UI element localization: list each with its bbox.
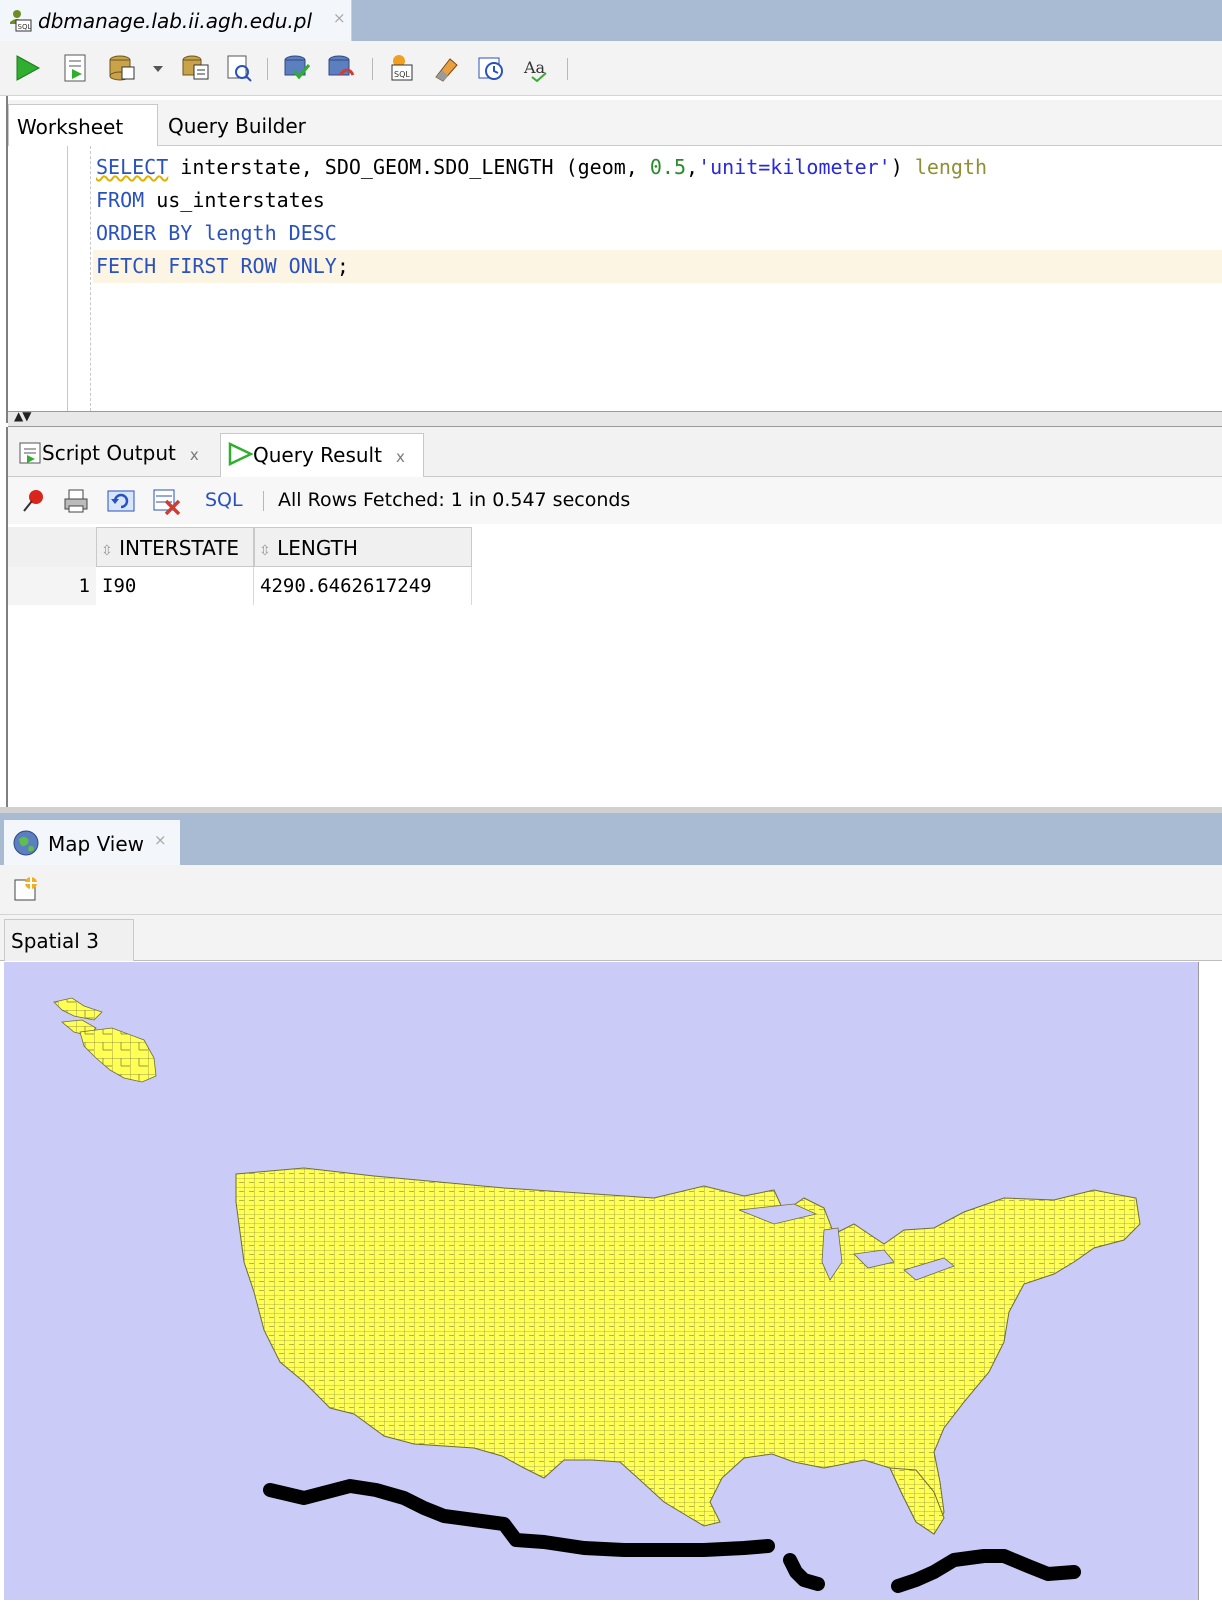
- tab-query-result-label: Query Result: [253, 443, 382, 467]
- new-layer-icon[interactable]: [12, 875, 40, 908]
- row-number: 1: [8, 567, 96, 605]
- spatial-layer-tabs: [0, 915, 1222, 961]
- format-icon[interactable]: Aa: [522, 53, 552, 83]
- table-row[interactable]: 1 I90 4290.6462617249: [8, 567, 472, 605]
- route-i90-east: [891, 1549, 1081, 1593]
- autotrace-icon[interactable]: [106, 53, 136, 83]
- spatial-tab-label: Spatial 3: [11, 929, 99, 953]
- row-number-header: [8, 527, 96, 567]
- run-statement-icon[interactable]: [12, 53, 42, 83]
- explain-plan-icon[interactable]: [180, 53, 210, 83]
- script-output-icon: [18, 441, 42, 470]
- worksheet-tabs: Worksheet Query Builder: [8, 100, 1222, 146]
- sql-link[interactable]: SQL: [205, 489, 243, 511]
- keyword-select: SELECT: [96, 155, 169, 179]
- document-title: dbmanage.lab.ii.agh.edu.pl: [38, 9, 313, 33]
- editor-results-splitter[interactable]: ▲▼: [8, 409, 1222, 427]
- tab-query-builder[interactable]: Query Builder: [160, 104, 340, 146]
- sort-icon[interactable]: ⇳: [259, 543, 271, 559]
- print-icon[interactable]: [62, 487, 90, 520]
- fetch-clause: FETCH FIRST ROW ONLY: [96, 254, 337, 278]
- semicolon: ;: [336, 254, 349, 278]
- route-i90-chicago: [783, 1553, 825, 1591]
- tab-worksheet[interactable]: Worksheet: [8, 104, 158, 146]
- unit-string: 'unit=kilometer': [698, 155, 891, 179]
- tab-map-view[interactable]: Map View ×: [4, 820, 180, 865]
- contiguous-us: [235, 1167, 1141, 1535]
- tab-worksheet-label: Worksheet: [17, 115, 124, 139]
- code-line-1[interactable]: SELECT interstate, SDO_GEOM.SDO_LENGTH (…: [96, 151, 987, 184]
- keyword-from: FROM: [96, 188, 145, 212]
- tab-script-output[interactable]: Script Output x: [12, 433, 218, 477]
- refresh-icon[interactable]: [106, 487, 136, 520]
- tolerance-number: 0.5: [649, 155, 687, 179]
- history-icon[interactable]: [476, 53, 506, 83]
- map-toolbar: [0, 865, 1222, 915]
- tab-query-result[interactable]: Query Result x: [220, 433, 424, 477]
- collapse-arrows-icon[interactable]: ▲▼: [14, 409, 31, 423]
- code-line-2[interactable]: FROM us_interstates: [96, 184, 325, 217]
- svg-text:SQL: SQL: [394, 70, 410, 79]
- tab-script-output-label: Script Output: [42, 441, 176, 465]
- tab-spatial-3[interactable]: Spatial 3: [4, 919, 134, 961]
- select-list: interstate, SDO_GEOM.SDO_LENGTH (geom,: [168, 155, 650, 179]
- globe-icon: [12, 829, 40, 862]
- toolbar-separator: [267, 58, 268, 80]
- toolbar-separator: [263, 491, 264, 511]
- close-paren: ): [890, 155, 915, 179]
- commit-icon[interactable]: [282, 53, 312, 83]
- close-script-output-icon[interactable]: x: [190, 446, 199, 464]
- pin-icon[interactable]: [20, 487, 48, 520]
- column-header-length[interactable]: ⇳ LENGTH: [254, 527, 472, 567]
- clear-results-icon[interactable]: [152, 487, 182, 520]
- chevron-down-icon[interactable]: [150, 53, 166, 83]
- alaska-islands: [53, 997, 157, 1083]
- toolbar-separator: [567, 58, 568, 80]
- column-header-label: INTERSTATE: [119, 536, 240, 560]
- column-header-interstate[interactable]: ⇳ INTERSTATE: [96, 527, 254, 567]
- toolbar-separator: [372, 58, 373, 80]
- column-header-label: LENGTH: [277, 536, 358, 560]
- column-alias: length: [914, 155, 988, 179]
- run-script-icon[interactable]: [60, 53, 90, 83]
- results-toolbar: SQL All Rows Fetched: 1 in 0.547 seconds: [8, 477, 1222, 524]
- cell-interstate[interactable]: I90: [96, 567, 254, 605]
- us-counties-map: [53, 997, 1141, 1593]
- tab-query-builder-label: Query Builder: [168, 114, 306, 138]
- close-query-result-icon[interactable]: x: [396, 448, 405, 466]
- map-view-tab-bar: [0, 813, 1222, 865]
- cell-length[interactable]: 4290.6462617249: [254, 567, 472, 605]
- fold-margin: [90, 146, 92, 411]
- map-view-label: Map View: [48, 832, 145, 856]
- map-canvas[interactable]: [4, 962, 1198, 1600]
- document-tab[interactable]: SQL dbmanage.lab.ii.agh.edu.pl ×: [0, 0, 352, 41]
- svg-text:Aa: Aa: [523, 58, 546, 77]
- run-statement-icon: [227, 442, 254, 471]
- unshared-sql-icon[interactable]: SQL: [386, 53, 416, 83]
- clear-icon[interactable]: [430, 53, 460, 83]
- map-vertical-scrollbar[interactable]: [1198, 962, 1222, 1600]
- results-tabs: Script Output x Query Result x: [8, 427, 1222, 477]
- close-document-icon[interactable]: ×: [333, 9, 346, 27]
- sort-icon[interactable]: ⇳: [101, 543, 113, 559]
- svg-text:SQL: SQL: [18, 23, 32, 31]
- line-gutter: [8, 146, 68, 411]
- sql-tuning-icon[interactable]: [224, 53, 254, 83]
- fetch-status: All Rows Fetched: 1 in 0.547 seconds: [278, 489, 631, 511]
- table-name: us_interstates: [144, 188, 325, 212]
- order-by-clause: ORDER BY length DESC: [96, 221, 337, 245]
- worksheet-toolbar: SQL Aa: [0, 41, 1222, 96]
- rollback-icon[interactable]: [326, 53, 356, 83]
- close-map-view-icon[interactable]: ×: [154, 831, 167, 849]
- comma: ,: [686, 155, 699, 179]
- code-line-3[interactable]: ORDER BY length DESC: [96, 217, 337, 250]
- code-line-4[interactable]: FETCH FIRST ROW ONLY;: [96, 250, 349, 283]
- sql-connection-icon: SQL: [8, 8, 32, 37]
